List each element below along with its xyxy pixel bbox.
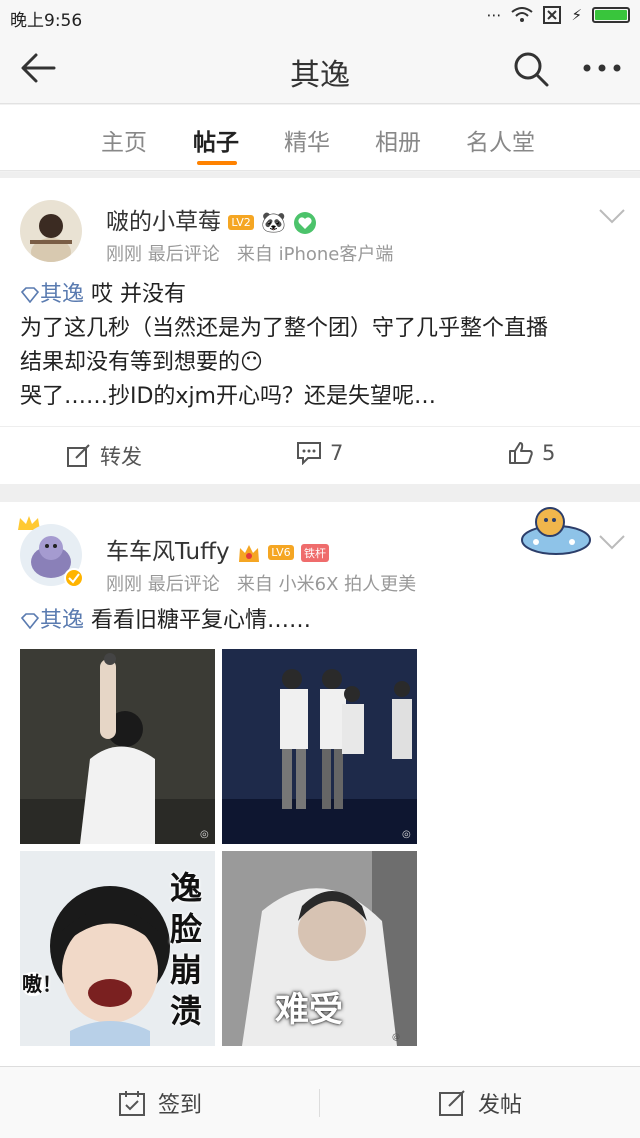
active-tab-indicator: [197, 161, 237, 165]
checkin-button[interactable]: 签到: [118, 1087, 202, 1119]
level-badge: LV6: [268, 545, 294, 560]
calendar-check-icon: [119, 1091, 145, 1116]
level-badge: LV2: [228, 215, 254, 230]
post-time: 刚刚: [106, 574, 142, 595]
new-post-button[interactable]: 发帖: [438, 1087, 522, 1119]
comment-button[interactable]: 7: [296, 441, 343, 465]
last-comment-label: 最后评论: [147, 574, 220, 595]
search-icon[interactable]: [512, 50, 550, 88]
post-line: 为了这几秒（当然还是为了整个团）守了几乎整个直播: [20, 316, 549, 341]
crown-badge-icon: [238, 544, 259, 562]
post-source: 来自 iPhone客户端: [236, 244, 394, 265]
repost-button[interactable]: 转发: [66, 441, 142, 471]
app-header: 其逸: [0, 34, 640, 104]
post-text: 看看旧糖平复心情……: [91, 608, 312, 633]
sticker-icon: [521, 507, 591, 555]
chevron-down-icon[interactable]: [598, 534, 626, 550]
topic-label[interactable]: 其逸: [40, 608, 84, 633]
post-card[interactable]: 啵的小草莓 LV2 🐼 刚刚 最后评论 来自 iPhone客户端 其逸 哎 并没…: [0, 178, 640, 484]
repost-icon: [67, 444, 90, 467]
comment-count: 7: [330, 441, 344, 465]
topic-label[interactable]: 其逸: [40, 282, 84, 307]
post-body: 其逸 看看旧糖平复心情……: [20, 604, 311, 638]
diamond-icon: [20, 287, 40, 304]
chevron-down-icon[interactable]: [598, 208, 626, 224]
divider: [0, 484, 640, 502]
topic-link[interactable]: 其逸: [20, 608, 91, 633]
charging-icon: ⚡: [571, 6, 582, 24]
image-caption: 难受: [275, 990, 343, 1030]
tab-posts[interactable]: 帖子: [193, 123, 239, 157]
diamond-icon: [20, 613, 40, 630]
more-icon[interactable]: [582, 60, 622, 76]
comment-icon: [297, 442, 321, 465]
post-line: 结果却没有等到想要的😶: [20, 350, 263, 375]
post-actions: 转发 7 5: [0, 426, 640, 484]
status-icons: ⋯ ⚡: [486, 6, 630, 24]
svg-text:@: @: [392, 1032, 400, 1041]
like-button[interactable]: 5: [508, 441, 555, 465]
post-body: 其逸 哎 并没有 为了这几秒（当然还是为了整个团）守了几乎整个直播 结果却没有等…: [20, 278, 548, 414]
post-source: 来自 小米6X 拍人更美: [236, 574, 417, 595]
post-time: 刚刚: [106, 244, 142, 265]
last-comment-label: 最后评论: [147, 244, 220, 265]
status-time: 晚上9:56: [10, 11, 83, 31]
thumbs-up-icon: [509, 442, 533, 464]
svg-text:◎: ◎: [402, 829, 411, 840]
avatar[interactable]: [20, 200, 82, 262]
username[interactable]: 车车风Tuffy LV6 铁杆: [106, 532, 329, 566]
checkin-label: 签到: [158, 1093, 203, 1118]
post-meta: 刚刚 最后评论 来自 小米6X 拍人更美: [106, 570, 416, 596]
post-label: 发帖: [478, 1093, 523, 1118]
topic-link[interactable]: 其逸: [20, 282, 91, 307]
bottom-bar: 签到 发帖: [0, 1066, 640, 1138]
repost-label: 转发: [100, 445, 142, 469]
post-image[interactable]: ◎: [20, 649, 215, 844]
tab-featured[interactable]: 精华: [284, 123, 330, 157]
post-line: 哎 并没有: [91, 282, 187, 307]
battery-icon: [592, 7, 630, 23]
image-caption: 嗷！: [22, 972, 62, 996]
image-caption: 逸脸崩溃: [170, 869, 203, 1030]
username-text[interactable]: 啵的小草莓: [106, 209, 221, 235]
edit-icon: [439, 1090, 465, 1116]
signal-icon: ⋯: [486, 6, 502, 24]
post-image[interactable]: ◎: [222, 649, 417, 844]
post-line: 哭了……抄ID的xjm开心吗？还是失望呢…: [20, 384, 436, 409]
fan-tag-badge: 铁杆: [300, 543, 329, 562]
bottom-divider: [319, 1089, 320, 1117]
post-card[interactable]: 车车风Tuffy LV6 铁杆 刚刚 最后评论 来自 小米6X 拍人更美 其逸 …: [0, 502, 640, 1066]
tab-bar: 主页 帖子 精华 相册 名人堂: [0, 105, 640, 171]
wifi-icon: [511, 7, 534, 22]
tab-hall-of-fame[interactable]: 名人堂: [466, 123, 535, 157]
heart-badge-icon: [294, 211, 317, 234]
like-count: 5: [542, 441, 556, 465]
sim-icon: [543, 6, 562, 24]
tab-home[interactable]: 主页: [101, 123, 147, 157]
status-bar: 晚上9:56 ⋯ ⚡: [0, 0, 640, 34]
verified-icon: [64, 568, 84, 588]
svg-text:◎: ◎: [200, 829, 209, 840]
post-meta: 刚刚 最后评论 来自 iPhone客户端: [106, 240, 393, 266]
panda-icon: 🐼: [261, 210, 286, 234]
username[interactable]: 啵的小草莓 LV2 🐼: [106, 202, 317, 236]
tab-albums[interactable]: 相册: [375, 123, 421, 157]
username-text[interactable]: 车车风Tuffy: [106, 539, 230, 565]
